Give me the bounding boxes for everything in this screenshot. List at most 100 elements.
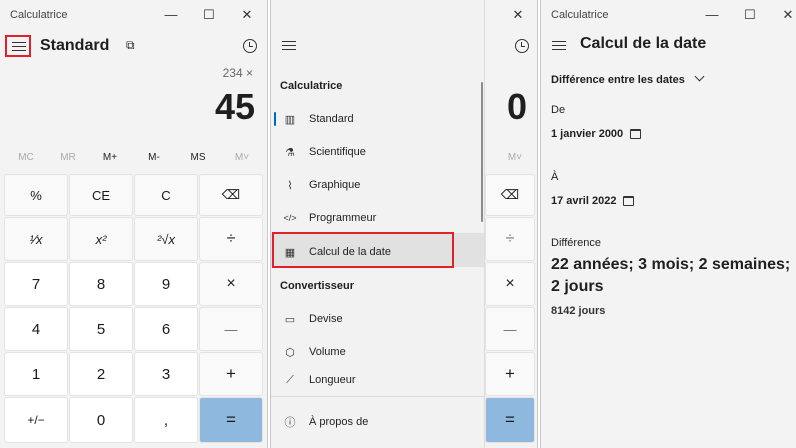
menu-item-label: Standard — [309, 113, 354, 125]
menu-item-label: Scientifique — [309, 146, 366, 158]
currency-icon: ▭ — [284, 313, 296, 326]
cube-icon: ⬡ — [285, 346, 295, 359]
history-icon[interactable] — [515, 39, 529, 53]
calculator-icon: ▥ — [284, 113, 296, 126]
menu-item-graphique[interactable]: ⌇ Graphique — [283, 174, 360, 196]
backspace-button[interactable]: ⌫ — [199, 174, 263, 216]
multiply-button[interactable]: × — [485, 262, 535, 306]
digit-9-button[interactable]: 9 — [134, 262, 198, 306]
maximize-button[interactable]: ☐ — [739, 5, 761, 25]
maximize-button[interactable]: ☐ — [198, 5, 220, 25]
memory-list-button[interactable]: M˅ — [495, 152, 535, 163]
graph-icon: ⌇ — [287, 179, 293, 192]
date-mode-label: Différence entre les dates — [551, 74, 685, 86]
digit-5-button[interactable]: 5 — [69, 307, 133, 351]
to-date-picker[interactable]: 17 avril 2022 — [551, 195, 635, 207]
menu-item-label: Programmeur — [309, 212, 377, 224]
hamburger-icon[interactable] — [282, 40, 298, 51]
flask-icon: ⚗ — [285, 146, 295, 159]
add-button[interactable]: + — [199, 352, 263, 396]
difference-value: 22 années; 3 mois; 2 semaines; 2 jours — [551, 256, 791, 295]
memory-clear-button[interactable]: MC — [6, 152, 46, 163]
digit-3-button[interactable]: 3 — [134, 352, 198, 396]
negate-button[interactable]: +/− — [4, 397, 68, 443]
menu-item-label: Longueur — [309, 374, 356, 386]
menu-section-convertisseur: Convertisseur — [280, 280, 354, 292]
result-display: 45 — [214, 86, 255, 127]
menu-item-scientifique[interactable]: ⚗ Scientifique — [283, 141, 366, 163]
memory-add-button[interactable]: M+ — [90, 152, 130, 163]
menu-item-label: À propos de — [309, 416, 369, 428]
title-bar: Calculatrice — ☐ ✕ — [0, 0, 267, 30]
calendar-icon — [630, 129, 642, 140]
digit-1-button[interactable]: 1 — [4, 352, 68, 396]
digit-2-button[interactable]: 2 — [69, 352, 133, 396]
memory-recall-button[interactable]: MR — [48, 152, 88, 163]
menu-item-standard[interactable]: ▥ Standard — [283, 108, 354, 130]
mode-title: Standard — [40, 37, 110, 54]
backspace-button[interactable]: ⌫ — [485, 174, 535, 216]
calculator-window-menu-open: Calculatrice — ☐ ✕ 0 M˅ ⌫ ÷ × — + = Calc… — [270, 0, 538, 448]
keep-on-top-icon[interactable]: ⧉ — [126, 38, 135, 53]
from-label: De — [551, 104, 566, 116]
digit-6-button[interactable]: 6 — [134, 307, 198, 351]
history-icon[interactable] — [243, 39, 257, 53]
menu-item-volume[interactable]: ⬡ Volume — [283, 341, 346, 363]
menu-item-longueur[interactable]: ⟋ Longueur — [283, 374, 356, 390]
digit-4-button[interactable]: 4 — [4, 307, 68, 351]
digit-0-button[interactable]: 0 — [69, 397, 133, 443]
clear-entry-button[interactable]: CE — [69, 174, 133, 216]
close-button[interactable]: ✕ — [236, 5, 258, 25]
digit-8-button[interactable]: 8 — [69, 262, 133, 306]
minimize-button[interactable]: — — [160, 5, 182, 25]
selected-indicator — [274, 112, 276, 126]
hamburger-icon[interactable] — [552, 40, 568, 51]
menu-item-programmeur[interactable]: </> Programmeur — [283, 207, 376, 229]
subtract-button[interactable]: — — [485, 307, 535, 351]
clear-button[interactable]: C — [134, 174, 198, 216]
close-button[interactable]: ✕ — [777, 5, 796, 25]
difference-days: 8142 jours — [551, 305, 606, 317]
sqrt-button[interactable]: ²√x — [134, 217, 198, 261]
menu-item-devise[interactable]: ▭ Devise — [283, 308, 343, 330]
navigation-menu: Calculatrice ▥ Standard ⚗ Scientifique ⌇… — [271, 0, 485, 448]
from-date-picker[interactable]: 1 janvier 2000 — [551, 128, 642, 140]
equals-button[interactable]: = — [485, 397, 535, 443]
reciprocal-button[interactable]: ¹⁄x — [4, 217, 68, 261]
ruler-icon: ⟋ — [286, 374, 294, 386]
app-title: Calculatrice — [551, 9, 609, 21]
calculator-window-standard: Calculatrice — ☐ ✕ Standard ⧉ 234 × 45 M… — [0, 0, 268, 448]
to-label: À — [551, 171, 559, 183]
memory-list-button[interactable]: M˅ — [222, 152, 262, 163]
decimal-button[interactable]: , — [134, 397, 198, 443]
date-mode-select[interactable]: Différence entre les dates — [551, 71, 705, 86]
difference-label: Différence — [551, 237, 601, 249]
divide-button[interactable]: ÷ — [485, 217, 535, 261]
close-button[interactable]: ✕ — [507, 5, 529, 25]
equals-button[interactable]: = — [199, 397, 263, 443]
percent-button[interactable]: % — [4, 174, 68, 216]
date-item-highlight — [272, 232, 454, 268]
memory-store-button[interactable]: MS — [178, 152, 218, 163]
memory-subtract-button[interactable]: M- — [134, 152, 174, 163]
digit-7-button[interactable]: 7 — [4, 262, 68, 306]
code-icon: </> — [283, 213, 297, 223]
menu-item-label: Graphique — [309, 179, 361, 191]
title-bar: Calculatrice — ☐ ✕ — [541, 0, 796, 30]
menu-divider — [271, 396, 484, 397]
from-date-value: 1 janvier 2000 — [551, 128, 624, 140]
menu-scrollbar[interactable] — [481, 82, 483, 222]
menu-item-about[interactable]: ⓘ À propos de — [283, 411, 369, 433]
divide-button[interactable]: ÷ — [199, 217, 263, 261]
info-icon: ⓘ — [284, 417, 296, 429]
square-button[interactable]: x² — [69, 217, 133, 261]
minimize-button[interactable]: — — [701, 5, 723, 25]
subtract-button[interactable]: — — [199, 307, 263, 351]
menu-button-highlight[interactable] — [5, 35, 31, 57]
calendar-icon — [623, 196, 635, 207]
menu-item-label: Volume — [309, 346, 346, 358]
calculator-window-date: Calculatrice — ☐ ✕ Calcul de la date Dif… — [540, 0, 796, 448]
expression-display: 234 × — [222, 66, 253, 80]
multiply-button[interactable]: × — [199, 262, 263, 306]
add-button[interactable]: + — [485, 352, 535, 396]
